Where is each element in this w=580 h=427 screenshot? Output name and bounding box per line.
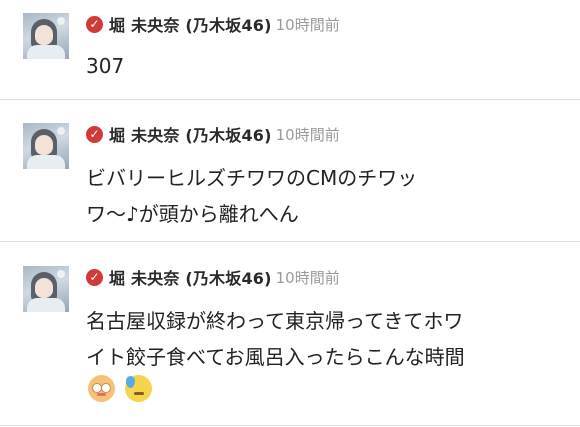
post-text: 名古屋収録が終わって東京帰ってきてホワ イト餃子食べてお風呂入ったらこんな時間 — [86, 309, 465, 369]
post-timestamp[interactable]: 10時間前 — [276, 124, 340, 145]
divider — [0, 425, 580, 426]
author-name[interactable]: 堀 未央奈 (乃木坂46) — [109, 122, 272, 146]
post-header: ✓ 堀 未央奈 (乃木坂46) 10時間前 — [86, 12, 340, 36]
flushed-face-icon — [88, 375, 115, 402]
post-header: ✓ 堀 未央奈 (乃木坂46) 10時間前 — [86, 265, 340, 289]
sweat-face-icon — [125, 375, 152, 402]
divider — [0, 241, 580, 242]
timeline-feed: ✓ 堀 未央奈 (乃木坂46) 10時間前 307 ✓ 堀 未央奈 (乃木坂46… — [0, 0, 580, 427]
avatar[interactable] — [23, 123, 69, 169]
divider — [0, 99, 580, 100]
emoji-row — [88, 375, 152, 402]
post-header: ✓ 堀 未央奈 (乃木坂46) 10時間前 — [86, 122, 340, 146]
author-name[interactable]: 堀 未央奈 (乃木坂46) — [109, 265, 272, 289]
verified-check-icon: ✓ — [86, 268, 103, 286]
post-timestamp[interactable]: 10時間前 — [276, 14, 340, 35]
post-text: 307 — [86, 54, 125, 78]
avatar[interactable] — [23, 13, 69, 59]
author-name[interactable]: 堀 未央奈 (乃木坂46) — [109, 12, 272, 36]
post-text: ビバリーヒルズチワワのCMのチワッ ワ〜♪が頭から離れへん — [86, 166, 418, 226]
verified-check-icon: ✓ — [86, 15, 103, 33]
post-timestamp[interactable]: 10時間前 — [276, 267, 340, 288]
verified-check-icon: ✓ — [86, 125, 103, 143]
avatar[interactable] — [23, 266, 69, 312]
